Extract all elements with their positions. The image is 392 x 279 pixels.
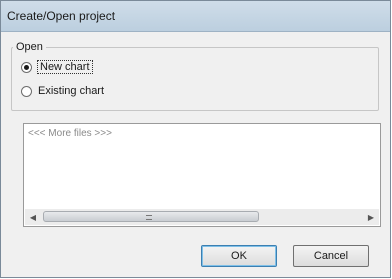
existing-chart-radio[interactable]: [21, 85, 32, 97]
new-chart-label[interactable]: New chart: [37, 60, 93, 74]
horizontal-scrollbar[interactable]: ◀ ▶: [25, 209, 379, 225]
ok-button-label: OK: [231, 250, 247, 262]
open-group-legend: Open: [13, 41, 46, 53]
scroll-left-arrow-icon[interactable]: ◀: [25, 209, 41, 225]
new-chart-option[interactable]: New chart: [21, 59, 93, 75]
files-listbox[interactable]: <<< More files >>> ◀ ▶: [23, 123, 381, 227]
scroll-right-arrow-icon[interactable]: ▶: [363, 209, 379, 225]
scroll-thumb-grip-icon: [146, 215, 152, 220]
create-open-project-dialog: Create/Open project Open New chart Exist…: [0, 0, 391, 278]
existing-chart-label[interactable]: Existing chart: [38, 85, 104, 97]
list-item-more-files[interactable]: <<< More files >>>: [28, 128, 112, 139]
existing-chart-option[interactable]: Existing chart: [21, 83, 104, 99]
cancel-button-label: Cancel: [313, 250, 349, 262]
open-groupbox: [11, 47, 379, 111]
cancel-button[interactable]: Cancel: [293, 245, 369, 267]
ok-button[interactable]: OK: [201, 245, 277, 267]
scroll-thumb[interactable]: [43, 211, 259, 222]
dialog-title: Create/Open project: [7, 9, 116, 23]
title-bar[interactable]: Create/Open project: [1, 1, 390, 32]
new-chart-radio[interactable]: [21, 61, 32, 73]
